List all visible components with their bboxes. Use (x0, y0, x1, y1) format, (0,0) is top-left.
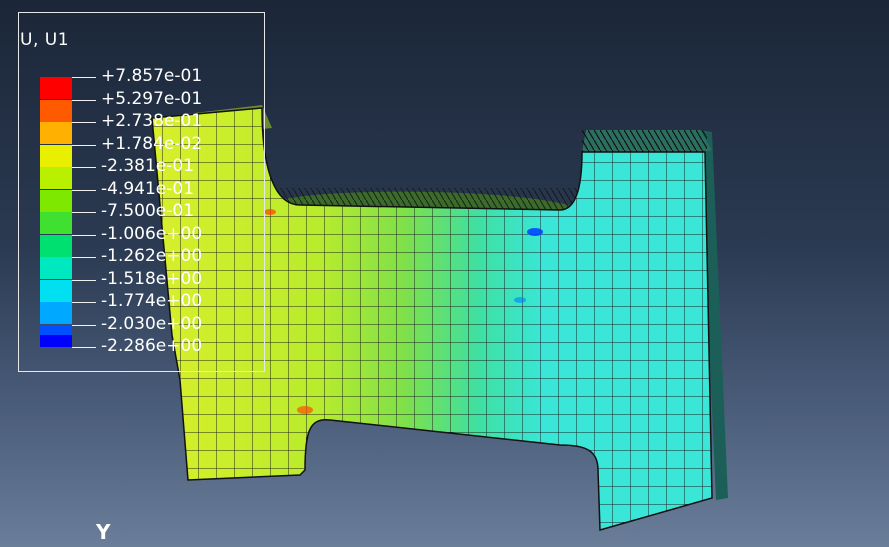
legend-swatch (40, 144, 72, 167)
legend-level-label: -4.941e-01 (101, 178, 195, 199)
displacement-hotspot (527, 228, 543, 236)
legend-swatch (40, 122, 72, 144)
legend-tick (72, 99, 96, 101)
legend-tick (72, 144, 96, 146)
model-viewport[interactable]: U, U1 +7.857e-01 +5.297e-01 +2.738e-01 +1.7… (0, 0, 889, 547)
legend-tick (72, 167, 96, 168)
displacement-hotspot (297, 406, 313, 414)
legend-level-label: +7.857e-01 (101, 66, 203, 86)
legend-swatch (40, 212, 72, 234)
legend-swatch (40, 334, 72, 347)
legend-tick (72, 122, 96, 123)
legend-level-label: -1.518e+00 (101, 268, 203, 289)
legend-swatch (40, 279, 72, 302)
legend-level-label: +5.297e-01 (101, 88, 203, 109)
legend-tick (72, 279, 96, 281)
legend-tick (72, 302, 96, 303)
legend-level-label: +2.738e-01 (101, 111, 203, 131)
legend-swatch (40, 167, 72, 189)
triad-y-axis-label: Y (96, 520, 111, 544)
displacement-hotspot (514, 297, 526, 303)
legend-swatch (40, 99, 72, 122)
legend-tick (72, 324, 96, 326)
legend-level-label: +1.784e-02 (101, 133, 203, 154)
legend-tick (72, 347, 96, 348)
legend-swatch (40, 257, 72, 279)
legend-level-label: -2.381e-01 (101, 156, 195, 176)
displacement-hotspot (264, 209, 276, 215)
legend-swatch (40, 234, 72, 257)
legend-swatch (40, 302, 72, 324)
legend-tick (72, 212, 96, 213)
legend-swatch (40, 189, 72, 212)
legend-swatch (40, 77, 72, 99)
legend-tick (72, 234, 96, 236)
legend-level-label: -1.006e+00 (101, 223, 203, 244)
legend-level-label: -2.286e+00 (101, 336, 203, 356)
legend-tick (72, 77, 96, 78)
legend-level-label: -1.774e+00 (101, 291, 203, 311)
legend-tick (72, 189, 96, 191)
legend-level-label: -1.262e+00 (101, 246, 203, 266)
legend-tick (72, 257, 96, 258)
legend-title: U, U1 (20, 30, 70, 50)
legend-level-label: -7.500e-01 (101, 201, 195, 221)
legend-level-label: -2.030e+00 (101, 313, 203, 334)
